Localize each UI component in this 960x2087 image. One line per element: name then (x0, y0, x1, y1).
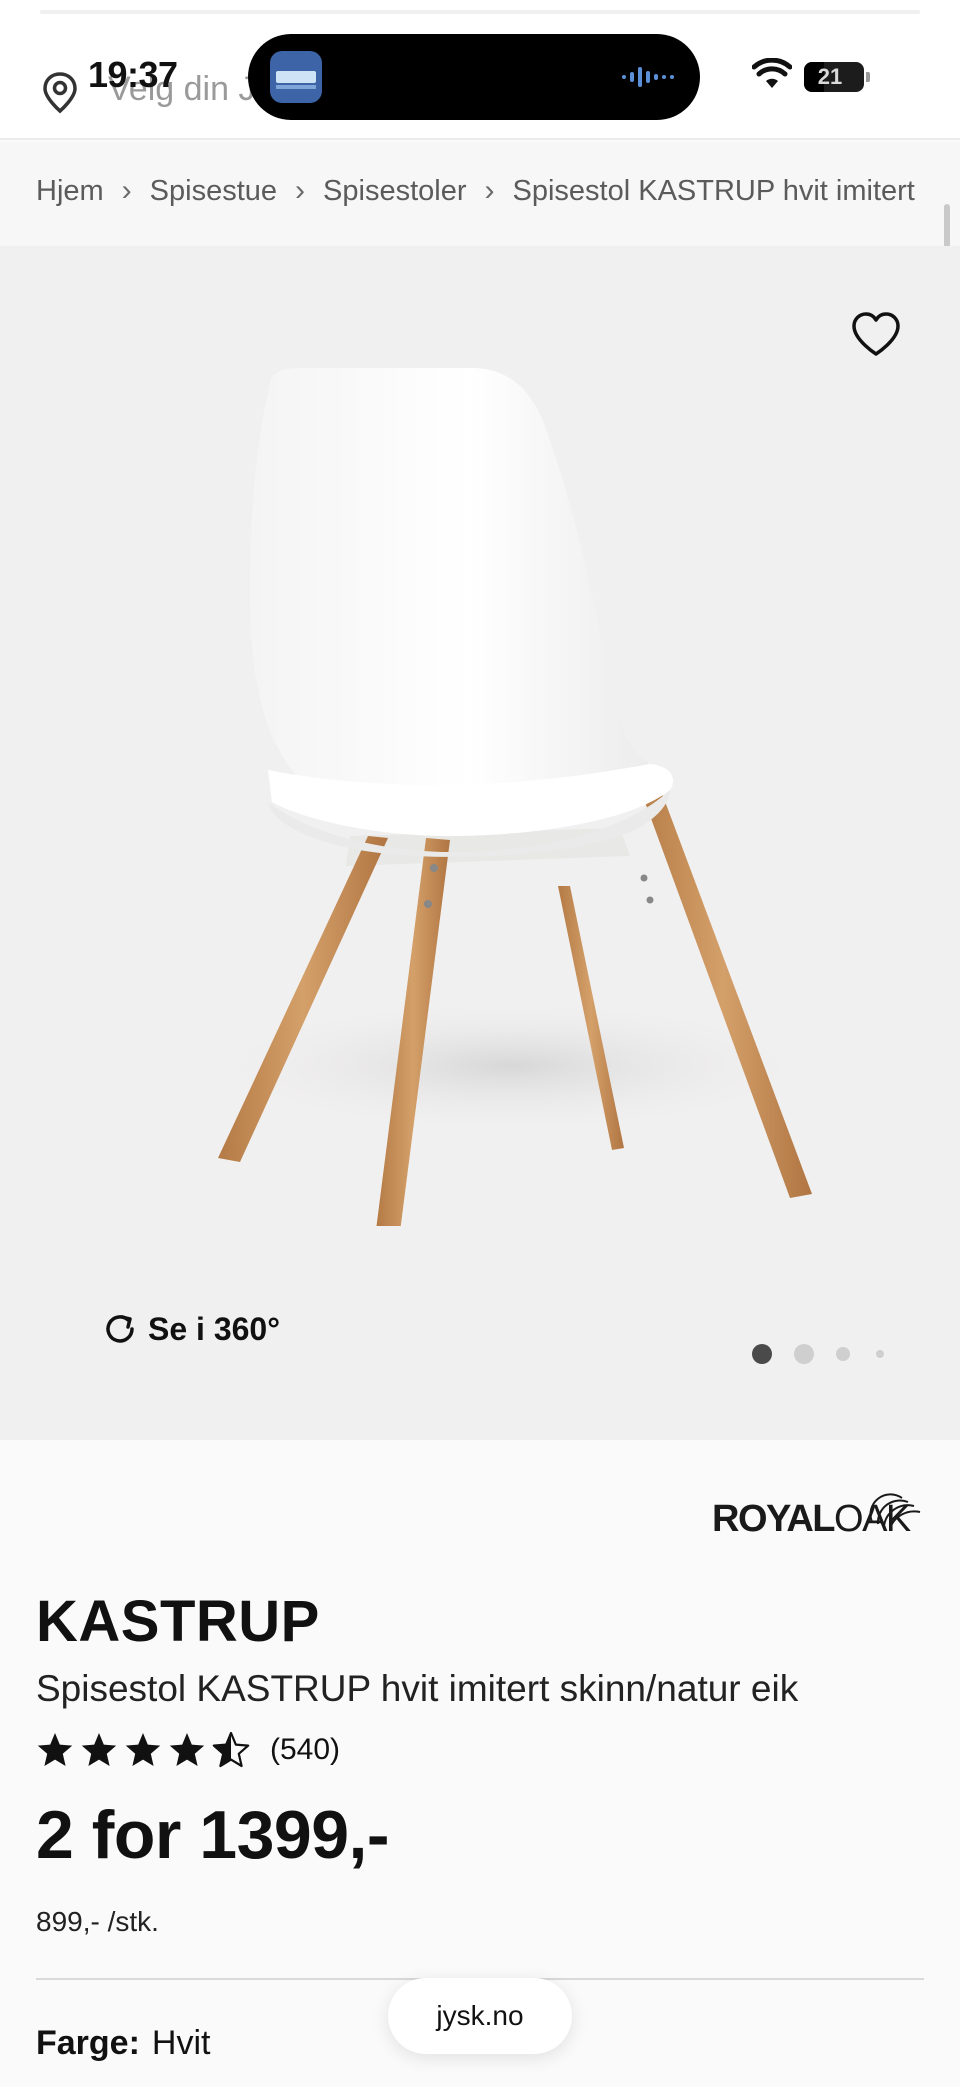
top-header: Velg din J 19:37 21 (0, 0, 960, 140)
breadcrumb-item-home[interactable]: Hjem (36, 175, 104, 208)
product-image-chair[interactable] (150, 366, 830, 1226)
pagination-dot[interactable] (794, 1344, 814, 1364)
battery-indicator: 21 (804, 62, 870, 92)
product-gallery[interactable]: Se i 360° (0, 246, 960, 1440)
view-360-label: Se i 360° (148, 1310, 280, 1347)
pagination-dot[interactable] (836, 1347, 850, 1361)
breadcrumb: Hjem › Spisestue › Spisestoler › Spisestol KAS… (0, 142, 960, 246)
star-filled-icon (81, 1733, 117, 1766)
star-filled-icon (169, 1733, 205, 1766)
browser-url-bar[interactable]: jysk.no (388, 1978, 572, 2054)
battery-level: 21 (817, 64, 843, 89)
status-time: 19:37 (88, 54, 178, 95)
product-description: Spisestol KASTRUP hvit imitert skinn/nat… (36, 1668, 799, 1709)
product-title: KASTRUP (36, 1589, 320, 1654)
breadcrumb-item-dining-chairs[interactable]: Spisestoler (323, 175, 466, 208)
product-info: ROYALOAK KASTRUP Spisestol KASTRUP hvit … (0, 1440, 960, 2087)
breadcrumb-separator-icon: › (484, 174, 495, 208)
brand-logo[interactable]: ROYALOAK (712, 1478, 922, 1540)
header-topline (40, 10, 920, 14)
rotate-360-icon (106, 1315, 134, 1343)
location-pin-icon[interactable] (40, 70, 80, 114)
dynamic-island[interactable] (248, 34, 700, 120)
photo-app-icon (270, 51, 322, 103)
audio-wave-icon (622, 67, 674, 87)
gallery-pagination (752, 1342, 884, 1366)
breadcrumb-item-current: Spisestol KASTRUP hvit imitert (512, 174, 915, 207)
product-price: 2 for 1399,- (36, 1797, 390, 1873)
brand-arcs-icon (869, 1493, 921, 1529)
star-filled-icon (125, 1733, 161, 1766)
breadcrumb-separator-icon: › (121, 174, 132, 208)
color-value: Hvit (151, 2024, 211, 2062)
wifi-icon (752, 58, 792, 88)
unit-price: 899,- /stk. (36, 1906, 159, 1937)
view-360-button[interactable]: Se i 360° (100, 1306, 280, 1352)
pagination-dot[interactable] (876, 1350, 884, 1358)
breadcrumb-separator-icon: › (295, 174, 306, 208)
favorite-heart-icon[interactable] (850, 310, 902, 358)
rating-count[interactable]: (540) (270, 1733, 340, 1767)
color-label: Farge: (36, 2024, 140, 2062)
pagination-dot-active[interactable] (752, 1344, 772, 1364)
brand-logo-part1: ROYAL (712, 1498, 836, 1540)
breadcrumb-item-dining-room[interactable]: Spisestue (150, 175, 277, 208)
color-selector[interactable]: Farge: Hvit (36, 2024, 210, 2063)
star-half-icon (212, 1731, 250, 1768)
star-filled-icon (37, 1733, 73, 1766)
product-rating[interactable]: (540) (36, 1726, 340, 1774)
rating-stars (36, 1731, 250, 1769)
